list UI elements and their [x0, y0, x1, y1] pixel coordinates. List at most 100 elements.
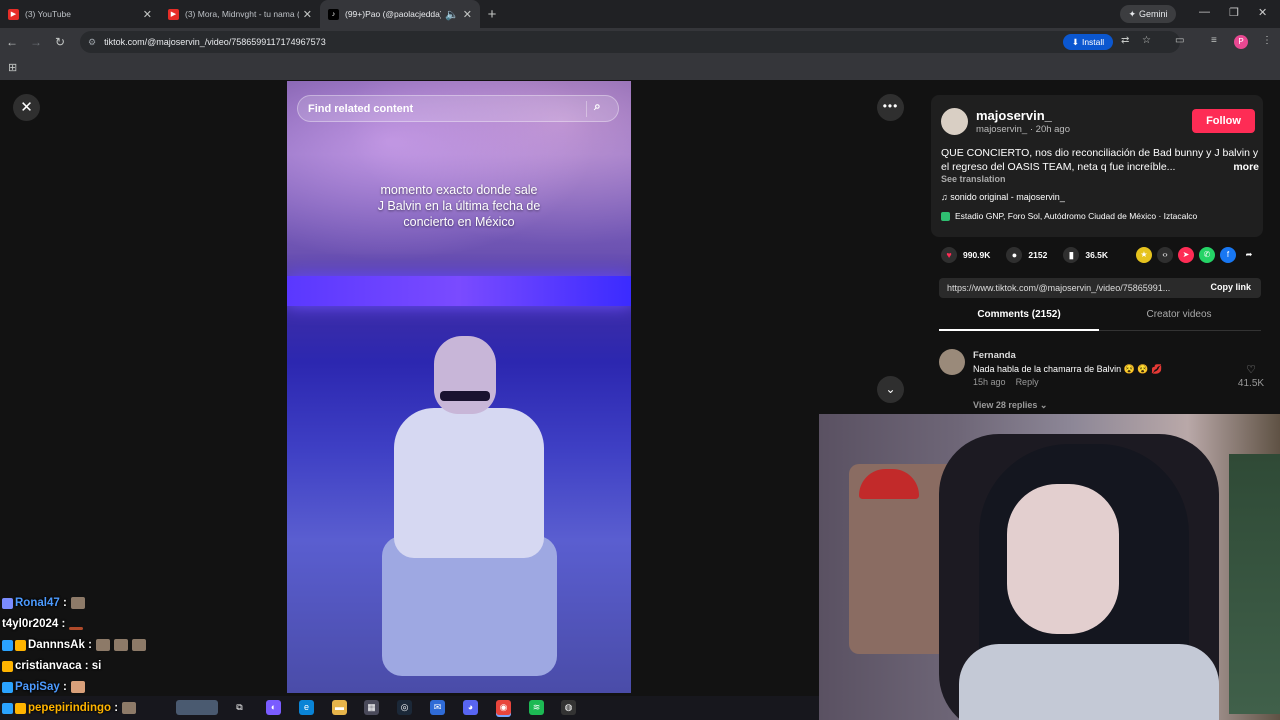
store-icon[interactable]: ▦	[364, 700, 379, 715]
webcam-person-shirt	[959, 644, 1219, 720]
close-icon[interactable]: ✕	[13, 94, 40, 121]
commenter-name[interactable]: Fernanda	[973, 350, 1016, 361]
reply-button[interactable]: Reply	[1016, 377, 1039, 387]
commenter-avatar[interactable]	[939, 349, 965, 375]
address-input[interactable]: ⚙ tiktok.com/@majoservin_/video/75865991…	[80, 31, 1180, 53]
video-stage-lights	[287, 276, 631, 306]
creator-avatar[interactable]	[941, 108, 968, 135]
comment-like[interactable]: ♡ 41.5K	[1236, 363, 1266, 389]
tiktok-icon: ♪	[328, 8, 339, 20]
chat-message: DannnsAk :	[2, 636, 146, 654]
close-tab-icon[interactable]: ✕	[303, 8, 312, 21]
location-text: Estadio GNP, Foro Sol, Autódromo Ciudad …	[955, 211, 1198, 221]
chat-separator: :	[59, 597, 67, 609]
music-note-icon: ♫	[941, 192, 951, 202]
mail-icon[interactable]: ✉	[430, 700, 445, 715]
chat-badge-icon	[2, 702, 13, 714]
bookmarks-bar	[0, 56, 1280, 80]
minimize-icon[interactable]: —	[1199, 6, 1210, 18]
edge-icon[interactable]: e	[299, 700, 314, 715]
taskbar-widget-icon[interactable]	[176, 700, 218, 715]
profile-avatar[interactable]: P	[1234, 35, 1248, 49]
share-link-text: https://www.tiktok.com/@majoservin_/vide…	[947, 283, 1171, 293]
search-icon[interactable]: ⌕	[594, 99, 601, 114]
task-view-icon[interactable]: ⧉	[232, 700, 247, 715]
location-row[interactable]: Estadio GNP, Foro Sol, Autódromo Ciudad …	[941, 211, 1197, 221]
file-explorer-icon[interactable]: ▬	[332, 700, 347, 715]
music-title: sonido original - majoservin_	[950, 192, 1065, 202]
video-player[interactable]	[287, 81, 631, 693]
close-tab-icon[interactable]: ✕	[143, 8, 152, 21]
back-icon[interactable]: ←	[0, 35, 24, 49]
url-text: tiktok.com/@majoservin_/video/7586599117…	[104, 37, 326, 47]
view-replies-label: View 28 replies	[973, 400, 1038, 410]
heart-icon[interactable]: ♥	[941, 247, 957, 263]
chat-badge-icon	[15, 639, 26, 651]
obs-icon[interactable]: ◍	[561, 700, 576, 715]
gemini-button[interactable]: ✦ Gemini	[1120, 5, 1176, 23]
embed-icon[interactable]: ‹›	[1157, 247, 1173, 263]
repost-icon[interactable]: ★	[1136, 247, 1152, 263]
comments-tabs: Comments (2152) Creator videos	[939, 309, 1261, 331]
install-label: Install	[1081, 37, 1105, 47]
install-button[interactable]: ⬇ Install	[1063, 34, 1113, 50]
site-info-icon[interactable]: ⚙	[88, 37, 96, 48]
share-link-field[interactable]: https://www.tiktok.com/@majoservin_/vide…	[939, 278, 1261, 298]
chat-username: cristianvaca	[15, 660, 82, 672]
bookmark-icon[interactable]: ▮	[1063, 247, 1080, 263]
split-view-icon[interactable]: ▭	[1175, 35, 1184, 46]
related-search-input[interactable]: Find related content ⌕	[297, 95, 619, 122]
follow-button[interactable]: Follow	[1192, 109, 1255, 133]
more-options-icon[interactable]: •••	[877, 94, 904, 121]
likes-count: 990.9K	[963, 250, 991, 260]
tab-comments[interactable]: Comments (2152)	[939, 309, 1099, 331]
comment-text: Nada habla de la chamarra de Balvin 😵 😵 …	[973, 364, 1163, 374]
tab-tiktok[interactable]: ♪ (99+)Pao (@paolacjedda) | 🔈 ✕	[320, 0, 480, 28]
share-arrow-icon[interactable]: ➦	[1241, 247, 1257, 263]
youtube-icon: ▶	[168, 8, 179, 20]
copilot-icon[interactable]: ◐	[266, 700, 281, 715]
performer-head	[434, 336, 496, 414]
tab-youtube-mora[interactable]: ▶ (3) Mora, Midnvght - tu nama ( ✕	[160, 0, 320, 28]
chat-separator: :	[84, 639, 92, 651]
facebook-icon[interactable]: f	[1220, 247, 1236, 263]
chrome-icon[interactable]: ◉	[496, 700, 511, 715]
youtube-icon: ▶	[8, 8, 19, 20]
spotify-icon[interactable]: ≋	[529, 700, 544, 715]
close-window-icon[interactable]: ✕	[1258, 6, 1267, 19]
restore-icon[interactable]: ❐	[1229, 6, 1239, 19]
whatsapp-icon[interactable]: ✆	[1199, 247, 1215, 263]
translate-icon[interactable]: ⇄	[1121, 35, 1129, 46]
chevron-down-icon[interactable]: ⌄	[877, 376, 904, 403]
see-translation-link[interactable]: See translation	[941, 174, 1006, 184]
comment-icon[interactable]: ●	[1006, 247, 1023, 263]
reading-list-icon[interactable]: ≡	[1211, 35, 1217, 46]
tab-youtube[interactable]: ▶ (3) YouTube ✕	[0, 0, 160, 28]
divider	[586, 101, 587, 117]
chat-badge-icon	[2, 681, 13, 693]
tab-creator-videos[interactable]: Creator videos	[1099, 309, 1259, 331]
discord-icon[interactable]: ◕	[463, 700, 478, 715]
creator-username[interactable]: majoservin_	[976, 108, 1052, 123]
menu-kebab-icon[interactable]: ⋮	[1262, 35, 1272, 46]
copy-link-button[interactable]: Copy link	[1210, 282, 1251, 292]
caption-line: momento exacto donde sale	[380, 183, 538, 197]
performer-glasses	[440, 391, 490, 401]
comment-meta: 15h ago Reply	[973, 377, 1039, 387]
description-text: QUE CONCIERTO, nos dio reconciliación de…	[941, 147, 1259, 173]
send-icon[interactable]: ➤	[1178, 247, 1194, 263]
mute-tab-icon[interactable]: 🔈	[445, 8, 459, 21]
heart-outline-icon[interactable]: ♡	[1246, 364, 1256, 376]
view-replies-link[interactable]: View 28 replies ⌄	[973, 400, 1047, 411]
steam-icon[interactable]: ◎	[397, 700, 412, 715]
forward-icon[interactable]: →	[24, 35, 48, 49]
reload-icon[interactable]: ↻	[48, 35, 72, 49]
bookmark-star-icon[interactable]: ☆	[1142, 35, 1151, 46]
close-tab-icon[interactable]: ✕	[463, 8, 472, 21]
creator-subline: majoservin_ · 20h ago	[976, 124, 1070, 135]
tab-title: (99+)Pao (@paolacjedda) |	[345, 9, 442, 19]
music-row[interactable]: ♫ sonido original - majoservin_	[941, 192, 1065, 202]
new-tab-button[interactable]: +	[480, 6, 504, 23]
more-link[interactable]: more	[1233, 160, 1259, 174]
apps-grid-icon[interactable]: ⊞	[8, 61, 17, 74]
